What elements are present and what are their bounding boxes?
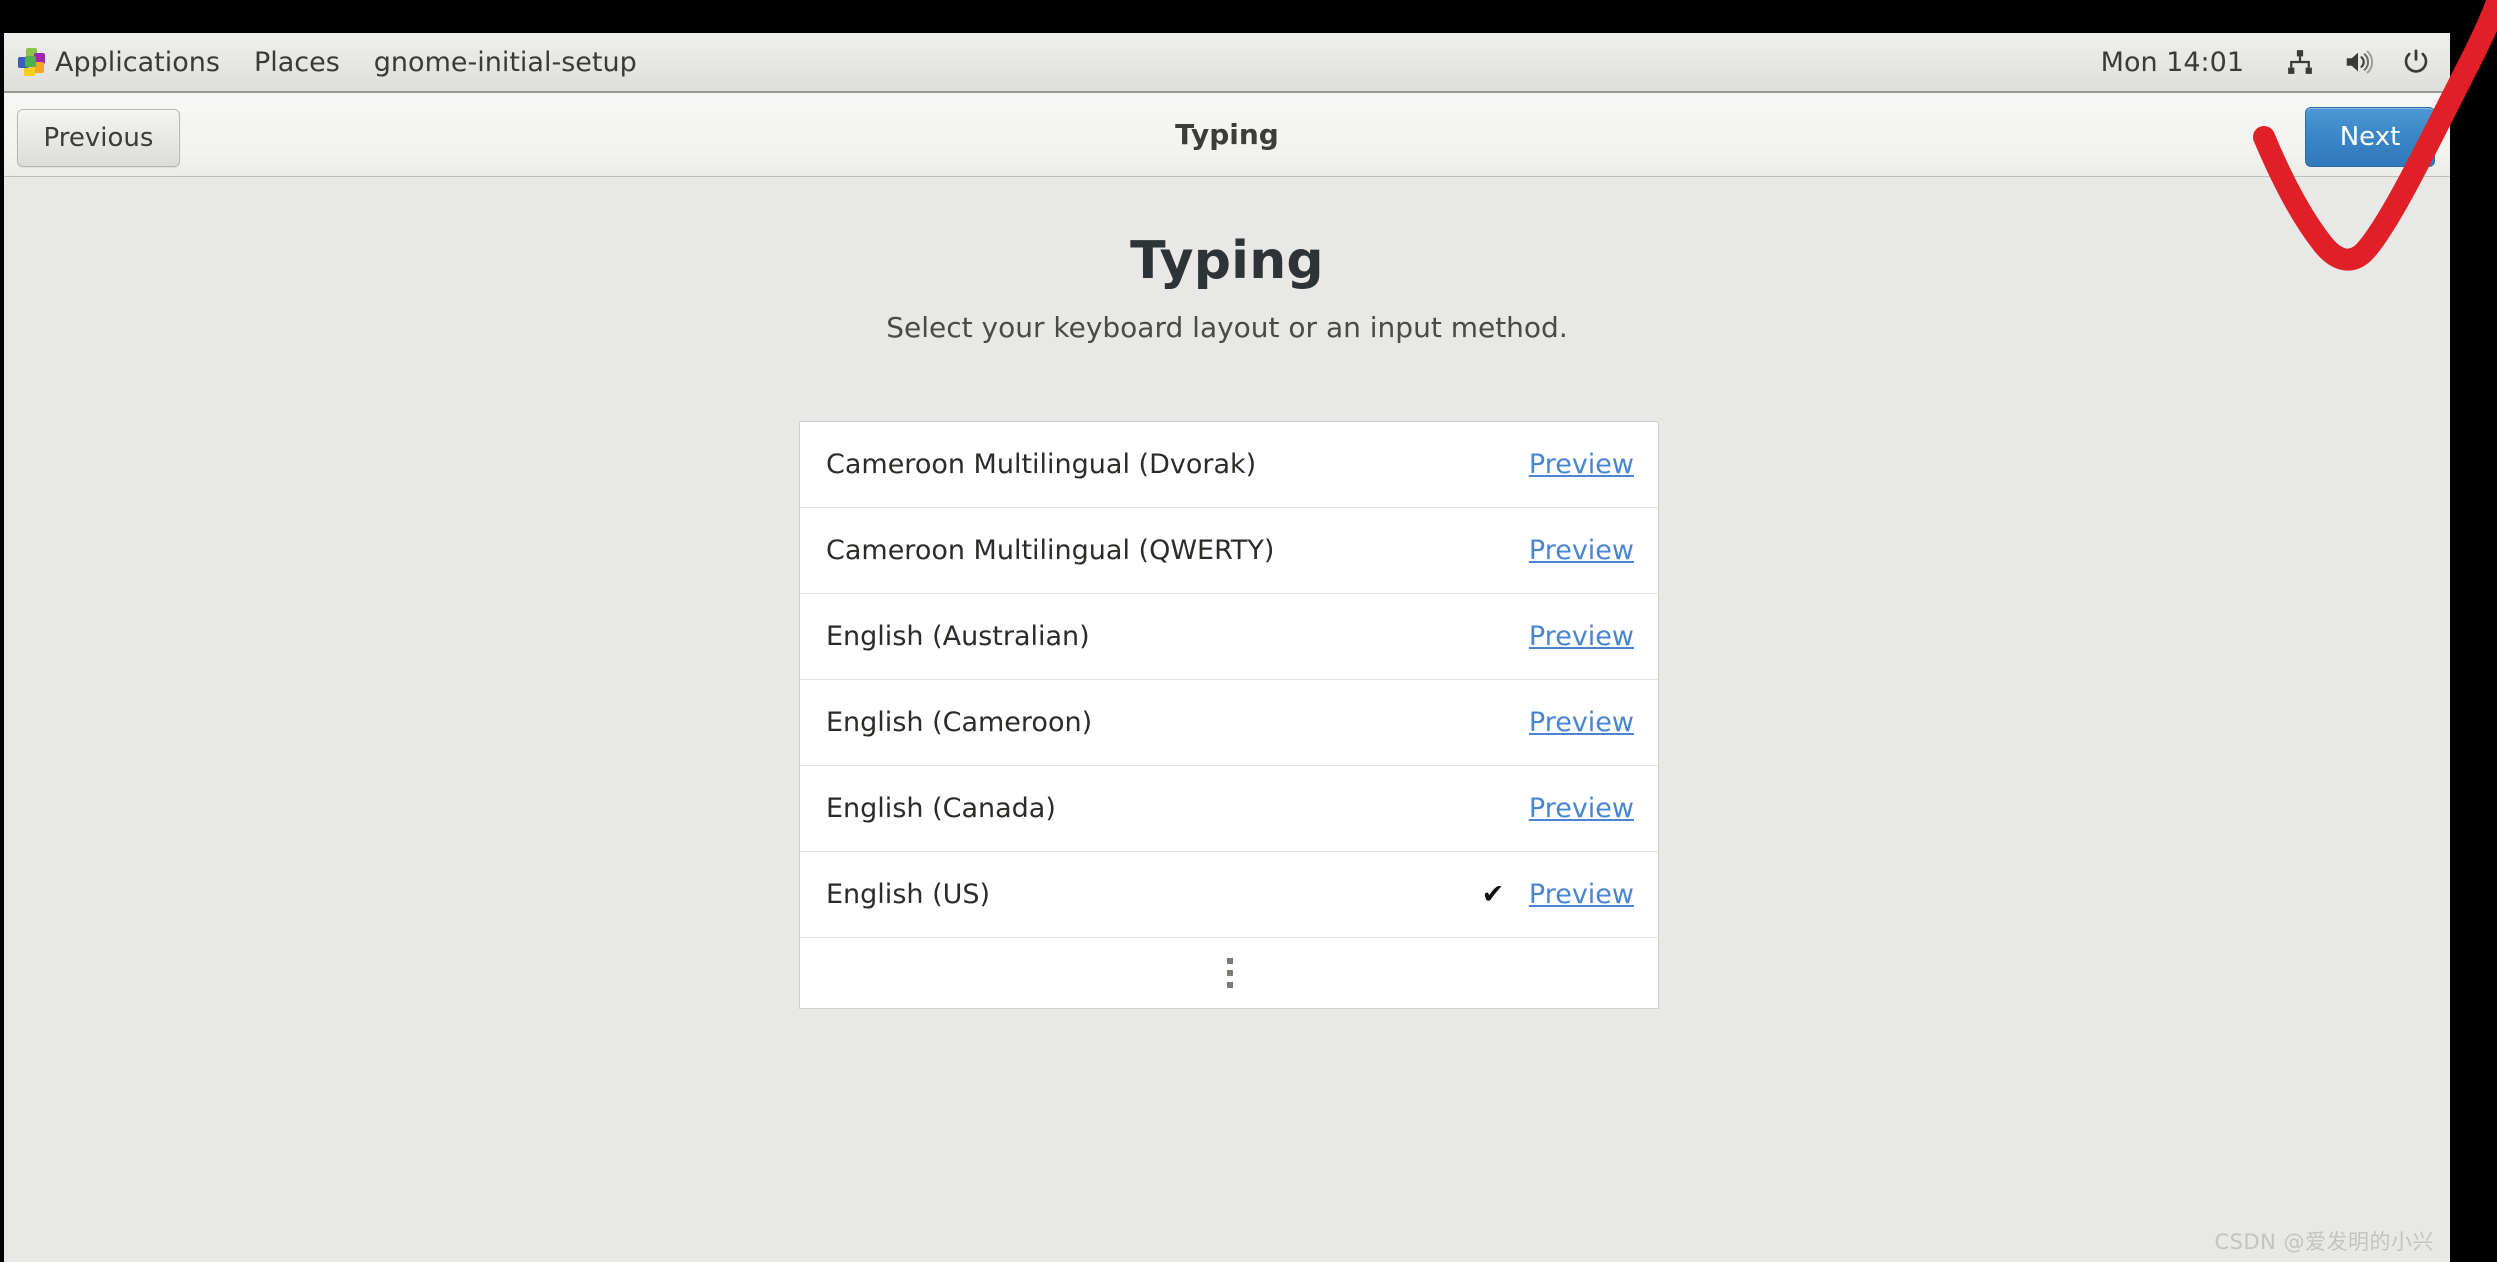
show-more-layouts-row[interactable] bbox=[800, 938, 1658, 1008]
layout-name: Cameroon Multilingual (Dvorak) bbox=[826, 449, 1257, 480]
panel-item-applications-label: Applications bbox=[55, 46, 220, 78]
layout-name: English (US) bbox=[826, 879, 991, 910]
page-subtitle: Select your keyboard layout or an input … bbox=[886, 311, 1568, 344]
gnome-initial-setup-window: Applications Places gnome-initial-setup … bbox=[4, 33, 2450, 1262]
volume-icon[interactable] bbox=[2342, 46, 2374, 78]
preview-link[interactable]: Preview bbox=[1529, 449, 1634, 480]
preview-link[interactable]: Preview bbox=[1529, 621, 1634, 652]
panel-item-applications[interactable]: Applications bbox=[4, 33, 237, 91]
panel-item-places-label: Places bbox=[253, 46, 340, 78]
preview-link[interactable]: Preview bbox=[1529, 793, 1634, 824]
table-row[interactable]: English (Australian) Preview bbox=[800, 594, 1658, 680]
panel-item-active-window-label: gnome-initial-setup bbox=[373, 46, 637, 78]
panel-status-area: Mon 14:01 bbox=[2101, 33, 2450, 91]
panel-left-group: Applications Places gnome-initial-setup bbox=[4, 33, 654, 91]
header-title: Typing bbox=[1175, 118, 1279, 151]
screen-root: Applications Places gnome-initial-setup … bbox=[0, 0, 2497, 1262]
keyboard-layout-list: Cameroon Multilingual (Dvorak) Preview Cam… bbox=[799, 421, 1659, 1009]
more-options-icon bbox=[1227, 958, 1233, 988]
selected-check-icon: ✔ bbox=[1481, 879, 1505, 910]
layout-name: English (Cameroon) bbox=[826, 707, 1093, 738]
table-row[interactable]: Cameroon Multilingual (QWERTY) Preview bbox=[800, 508, 1658, 594]
gnome-applications-icon bbox=[18, 48, 46, 76]
preview-link[interactable]: Preview bbox=[1529, 535, 1634, 566]
layout-name: English (Australian) bbox=[826, 621, 1090, 652]
next-button[interactable]: Next bbox=[2305, 107, 2435, 167]
table-row[interactable]: Cameroon Multilingual (Dvorak) Preview bbox=[800, 422, 1658, 508]
table-row[interactable]: English (US) ✔ Preview bbox=[800, 852, 1658, 938]
layout-name: English (Canada) bbox=[826, 793, 1056, 824]
watermark-text: CSDN @爱发明的小兴 bbox=[2214, 1230, 2434, 1254]
wired-network-icon[interactable] bbox=[2284, 46, 2316, 78]
layout-name: Cameroon Multilingual (QWERTY) bbox=[826, 535, 1275, 566]
table-row[interactable]: English (Cameroon) Preview bbox=[800, 680, 1658, 766]
preview-link[interactable]: Preview bbox=[1529, 707, 1634, 738]
power-icon[interactable] bbox=[2400, 46, 2432, 78]
table-row[interactable]: English (Canada) Preview bbox=[800, 766, 1658, 852]
panel-clock[interactable]: Mon 14:01 bbox=[2101, 47, 2244, 78]
setup-content-area: Typing Select your keyboard layout or an… bbox=[4, 177, 2450, 1262]
page-title: Typing bbox=[1130, 231, 1324, 291]
panel-item-places[interactable]: Places bbox=[237, 33, 357, 91]
preview-link[interactable]: Preview bbox=[1529, 879, 1634, 910]
setup-header-bar: Previous Typing Next bbox=[4, 93, 2450, 177]
gnome-top-panel: Applications Places gnome-initial-setup … bbox=[4, 33, 2450, 93]
panel-item-active-window[interactable]: gnome-initial-setup bbox=[357, 33, 654, 91]
